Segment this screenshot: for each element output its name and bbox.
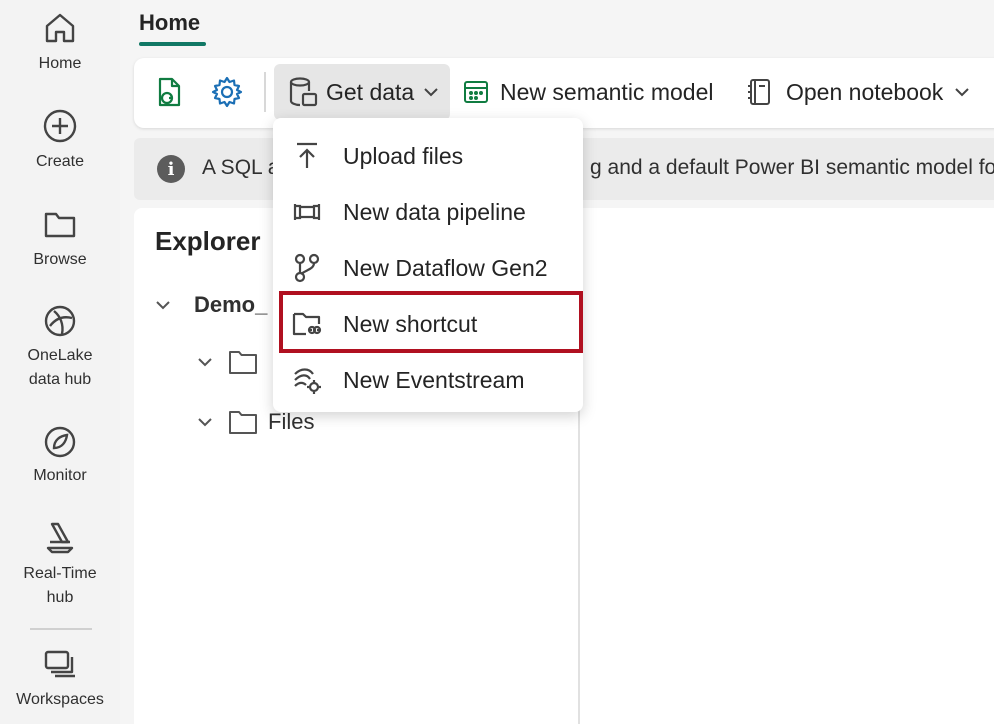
plus-circle-icon [43,109,77,143]
shortcut-icon [292,312,322,336]
tab-home-underline [139,42,206,46]
menu-item-new-eventstream[interactable]: New Eventstream [273,352,583,408]
eventstream-icon [294,368,321,394]
nav-workspaces[interactable]: Workspaces [0,644,120,712]
semantic-model-icon [464,81,488,103]
dataflow-icon [294,253,320,283]
chevron-down-icon [198,418,212,427]
nav-home[interactable]: Home [0,8,120,76]
home-icon [45,13,75,43]
info-icon: i [157,155,185,183]
get-data-button[interactable]: Get data [274,64,450,120]
get-data-label: Get data [326,78,415,105]
rail-divider [30,628,92,630]
menu-item-new-data-pipeline-label: New data pipeline [343,198,526,225]
open-notebook-button[interactable]: Open notebook [746,64,994,120]
tree-folder-files-label: Files [268,409,315,434]
folder-icon [229,411,257,434]
new-semantic-model-button[interactable]: New semantic model [462,64,732,120]
pipeline-icon [293,204,321,220]
nav-create[interactable]: Create [0,106,120,174]
tree-folder-tables[interactable] [196,348,258,376]
nav-onelake-label: OneLake data hub [27,347,93,388]
new-semantic-model-label: New semantic model [500,78,714,105]
monitor-icon [44,426,76,458]
chevron-down-icon [198,358,212,367]
tab-home[interactable]: Home [139,10,200,36]
refresh-doc-icon [158,77,181,107]
nav-realtime-label: Real-Time hub [23,565,97,606]
open-notebook-label: Open notebook [786,78,944,105]
workspaces-icon [44,650,75,678]
menu-item-new-shortcut[interactable]: New shortcut [273,296,583,352]
nav-browse-label: Browse [33,251,87,268]
tree-root-node[interactable]: Demo_ [154,292,267,318]
settings-button[interactable] [210,64,250,120]
nav-realtime-hub[interactable]: Real-Time hub [0,518,120,610]
nav-monitor-label: Monitor [33,467,87,484]
nav-workspaces-label: Workspaces [16,691,104,708]
menu-item-new-dataflow-gen2[interactable]: New Dataflow Gen2 [273,240,583,296]
chevron-down-icon [156,301,170,310]
nav-monitor[interactable]: Monitor [0,420,120,488]
gear-icon [211,76,243,108]
explorer-title: Explorer [155,226,261,256]
folder-icon [44,212,76,238]
info-text-left: A SQL a [202,156,280,179]
menu-item-new-dataflow-gen2-label: New Dataflow Gen2 [343,254,548,281]
tree-root-label: Demo_ [194,292,268,317]
menu-item-upload-files-label: Upload files [343,142,464,169]
menu-item-new-eventstream-label: New Eventstream [343,366,525,393]
tree-folder-files[interactable]: Files [196,408,314,436]
notebook-icon [748,79,770,105]
realtime-icon [46,522,74,554]
nav-browse[interactable]: Browse [0,204,120,272]
get-data-dropdown-menu: Upload files New data pipeline New Dataf… [273,118,583,412]
menu-item-upload-files[interactable]: Upload files [273,128,583,184]
nav-home-label: Home [38,55,82,72]
chevron-down-icon [424,88,438,97]
nav-create-label: Create [35,153,85,170]
folder-icon [229,351,257,374]
refresh-button[interactable] [152,64,192,120]
menu-item-new-data-pipeline[interactable]: New data pipeline [273,184,583,240]
menu-item-new-shortcut-label: New shortcut [343,310,478,337]
nav-onelake[interactable]: OneLake data hub [0,300,120,392]
info-text-right: g and a default Power BI semantic model … [590,156,994,179]
chevron-down-icon [955,88,970,97]
toolbar-divider [264,72,266,112]
left-nav-rail: Home Create Browse OneLake data hub Moni… [0,0,120,724]
onelake-icon [44,305,76,337]
database-icon [289,77,318,107]
upload-icon [297,142,317,168]
